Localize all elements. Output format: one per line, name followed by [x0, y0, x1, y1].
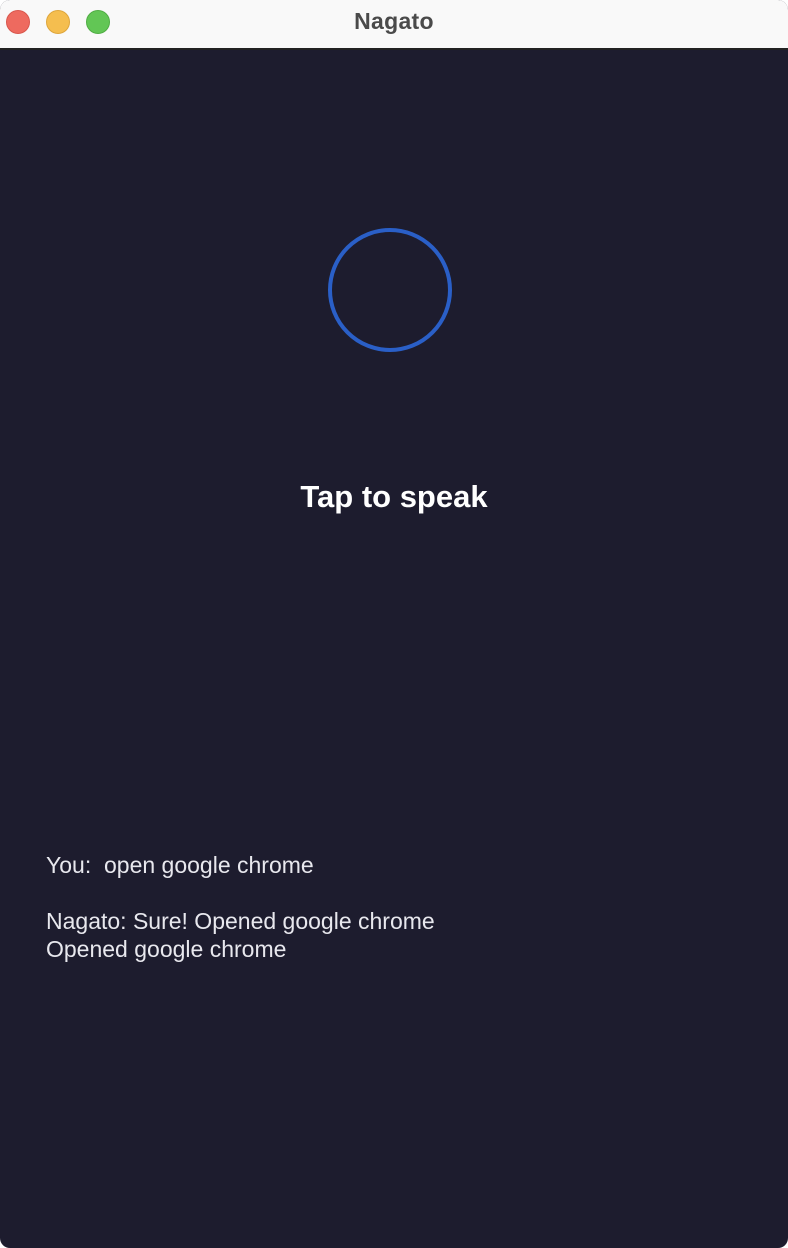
window-title: Nagato: [354, 8, 434, 34]
user-message: You: open google chrome: [46, 852, 314, 878]
tap-to-speak-label[interactable]: Tap to speak: [0, 479, 788, 515]
app-window: Nagato Tap to speak You: open google chr…: [0, 0, 788, 1248]
title-bar[interactable]: Nagato: [0, 0, 788, 50]
speak-button[interactable]: [328, 228, 452, 352]
conversation-transcript: You: open google chrome Nagato: Sure! Op…: [46, 851, 746, 963]
assistant-message: Nagato: Sure! Opened google chrome Opene…: [46, 908, 435, 962]
